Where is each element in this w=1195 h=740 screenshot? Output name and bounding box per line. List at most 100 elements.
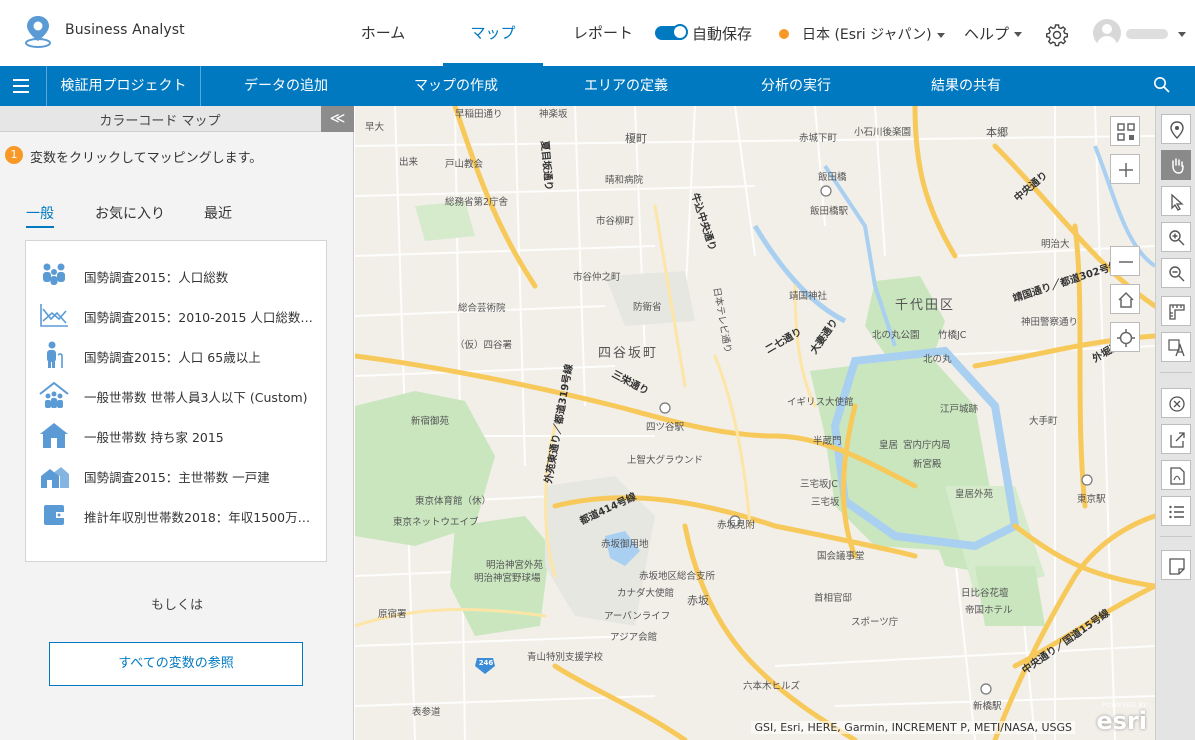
place-label: 帝国ホテル: [965, 605, 1013, 616]
toolbar-create-maps[interactable]: マップの作成: [396, 66, 516, 106]
region-dropdown[interactable]: 日本 (Esri ジャパン): [802, 24, 945, 44]
help-dropdown[interactable]: ヘルプ: [964, 23, 1023, 44]
place-label: 大手町: [1029, 416, 1058, 427]
legend-list-button[interactable]: [1161, 496, 1191, 526]
variable-label: 一般世帯数 持ち家 2015: [84, 430, 224, 445]
map-view[interactable]: 四谷坂町 千代田区 早大 榎町 赤城下町 小石川後楽園 本郷 出来 戸山教会 晴…: [355, 106, 1155, 740]
household-icon: [39, 381, 69, 408]
project-name[interactable]: 検証用プロジェクト: [47, 66, 200, 106]
place-label: 表参道: [412, 707, 441, 718]
variable-label: 国勢調査2015：主世帯数 一戸建: [84, 470, 270, 485]
place-label: 神楽坂: [539, 109, 568, 120]
export-icon: [1170, 432, 1185, 448]
place-label: 市谷仲之町: [573, 272, 621, 283]
variable-item-small-household[interactable]: 一般世帯数 世帯人員3人以下 (Custom): [26, 375, 326, 415]
map-pin-icon: [1170, 121, 1184, 139]
panel-header: カラーコード マップ ≪: [0, 106, 354, 132]
tab-map[interactable]: マップ: [443, 22, 543, 66]
toolbar-add-data[interactable]: データの追加: [226, 66, 346, 106]
pan-button[interactable]: [1161, 150, 1191, 180]
collapse-panel-button[interactable]: ≪: [321, 106, 354, 132]
pdf-icon: [1170, 467, 1185, 485]
search-icon[interactable]: [1153, 76, 1171, 94]
tab-report[interactable]: レポート: [562, 22, 644, 66]
place-label: 小石川後楽園: [854, 127, 912, 138]
variable-item-population[interactable]: 国勢調査2015：人口総数: [26, 255, 326, 295]
panel-title: カラーコード マップ: [99, 114, 221, 129]
locate-button[interactable]: [1110, 322, 1140, 352]
locate-icon: [1117, 329, 1135, 347]
note-button[interactable]: [1161, 550, 1191, 580]
measure-button[interactable]: [1161, 296, 1191, 326]
place-label: 明治大: [1041, 239, 1070, 250]
select-button[interactable]: [1161, 186, 1191, 216]
esri-logo: POWERED BY esri: [1085, 702, 1147, 736]
zoom-in-icon: [1169, 230, 1185, 246]
location-pin-logo-icon[interactable]: [22, 14, 54, 50]
color-coded-map-panel: カラーコード マップ ≪ 1 変数をクリックしてマッピングします。 一般 お気に…: [0, 106, 354, 740]
place-label: 赤坂: [687, 594, 709, 607]
place-label: 明治神宮外苑: [486, 560, 544, 571]
variable-item-high-income[interactable]: 推計年収別世帯数2018：年収1500万円以上: [26, 495, 326, 535]
variable-label: 国勢調査2015：人口総数: [84, 270, 229, 285]
place-label: 赤坂見附: [717, 520, 756, 531]
trend-chart-icon: [40, 304, 68, 327]
district-label: 千代田区: [895, 298, 956, 313]
region-status-dot: [779, 29, 789, 39]
elderly-person-icon: [47, 341, 63, 368]
place-label: カナダ大使館: [617, 588, 675, 599]
place-label: 本郷: [986, 126, 1008, 139]
place-label: 新橋駅: [973, 701, 1002, 712]
variable-list: 国勢調査2015：人口総数 国勢調査2015：2010-2015 人口総数増減率…: [25, 240, 327, 562]
variable-item-owned-home[interactable]: 一般世帯数 持ち家 2015: [26, 415, 326, 455]
hamburger-icon[interactable]: [13, 79, 29, 93]
text-label-button[interactable]: [1161, 332, 1191, 362]
chevron-down-icon[interactable]: [1178, 32, 1186, 37]
text-label-icon: [1168, 339, 1185, 357]
map-pin-button[interactable]: [1161, 114, 1191, 144]
place-label: 北の丸公園: [872, 330, 920, 341]
qr-code-button[interactable]: [1110, 116, 1140, 146]
place-label: 防衛省: [633, 302, 662, 313]
zoom-in-icon: [1119, 163, 1133, 177]
toolbar-share-results[interactable]: 結果の共有: [906, 66, 1026, 106]
zoom-out-icon: [1169, 266, 1185, 282]
wallet-icon: [44, 505, 65, 525]
place-label: 上智大グラウンド: [627, 455, 704, 466]
toolbar-define-areas[interactable]: エリアの定義: [566, 66, 686, 106]
variable-item-population-change[interactable]: 国勢調査2015：2010-2015 人口総数増減率: [26, 295, 326, 335]
place-label: 榎町: [625, 132, 647, 145]
tab-home[interactable]: ホーム: [350, 22, 416, 66]
tab-general[interactable]: 一般: [26, 203, 54, 228]
variable-item-detached-house[interactable]: 国勢調査2015：主世帯数 一戸建: [26, 455, 326, 495]
export-button[interactable]: [1161, 424, 1191, 454]
workflow-toolbar: 検証用プロジェクト データの追加 マップの作成 エリアの定義 分析の実行 結果の…: [0, 66, 1195, 106]
place-label: 市谷柳町: [596, 216, 635, 227]
place-label: アーバンライフ: [604, 611, 671, 622]
place-label: 赤城下町: [799, 133, 838, 144]
app-title: Business Analyst: [65, 22, 185, 38]
clear-button[interactable]: [1161, 388, 1191, 418]
people-icon: [43, 263, 65, 285]
zoom-out-tool-button[interactable]: [1161, 258, 1191, 288]
place-label: 明治神宮野球場: [474, 573, 541, 584]
avatar-icon[interactable]: [1093, 19, 1121, 47]
gear-icon[interactable]: [1045, 23, 1069, 47]
zoom-in-tool-button[interactable]: [1161, 222, 1191, 252]
pdf-export-button[interactable]: [1161, 460, 1191, 490]
zoom-out-button[interactable]: [1110, 246, 1140, 276]
place-label: スポーツ庁: [851, 617, 899, 628]
autosave-toggle[interactable]: [655, 24, 688, 40]
measure-icon: [1169, 304, 1185, 320]
browse-all-variables-button[interactable]: すべての変数の参照: [49, 642, 303, 686]
tab-favorites[interactable]: お気に入り: [95, 203, 165, 223]
tab-recent[interactable]: 最近: [204, 203, 232, 223]
home-button[interactable]: [1110, 284, 1140, 314]
toolbar-run-analysis[interactable]: 分析の実行: [736, 66, 856, 106]
place-label: 国会議事堂: [817, 551, 865, 562]
place-label: 青山特別支援学校: [527, 652, 604, 663]
zoom-in-button[interactable]: [1110, 154, 1140, 184]
variable-item-age-65-plus[interactable]: 国勢調査2015：人口 65歳以上: [26, 335, 326, 375]
place-label: 東京ネットウエイブ: [393, 517, 479, 528]
or-divider-text: もしくは: [150, 598, 203, 613]
